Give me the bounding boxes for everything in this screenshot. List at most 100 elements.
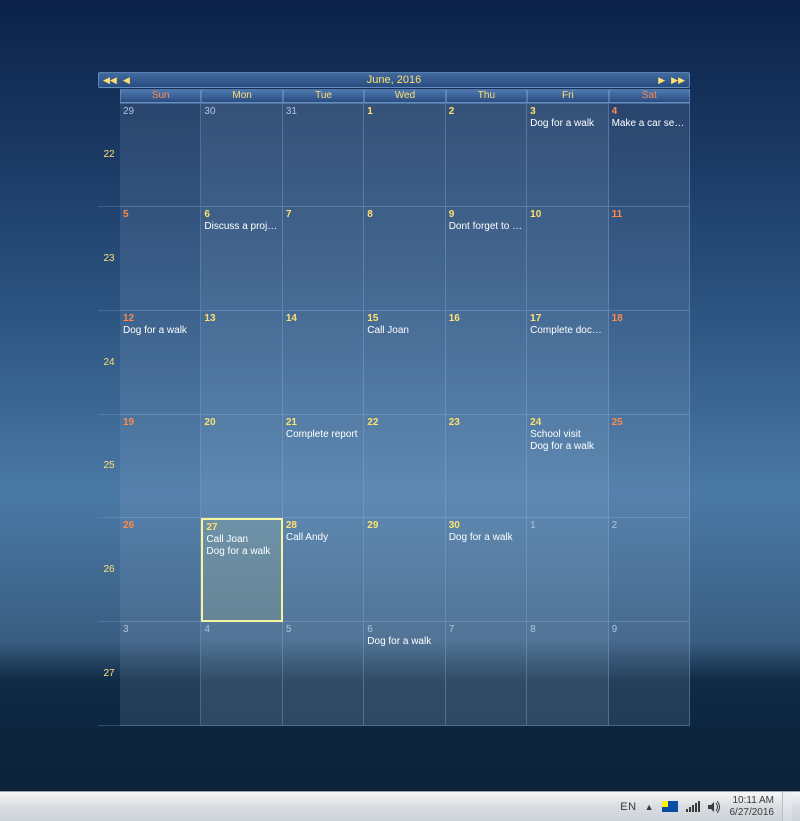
event-item[interactable]: Discuss a projec... bbox=[204, 221, 278, 233]
next-month-button[interactable]: ▶ bbox=[658, 76, 665, 85]
day-cell[interactable]: 1 bbox=[527, 518, 608, 622]
day-number: 1 bbox=[530, 520, 604, 532]
dow-wed: Wed bbox=[364, 89, 445, 103]
day-cell[interactable]: 29 bbox=[120, 103, 201, 207]
day-cell[interactable]: 1 bbox=[364, 103, 445, 207]
day-cell[interactable]: 9Dont forget to re... bbox=[446, 207, 527, 311]
day-number: 21 bbox=[286, 417, 360, 429]
taskbar-clock[interactable]: 10:11 AM 6/27/2016 bbox=[730, 795, 775, 819]
events-list: Call Joan bbox=[367, 325, 441, 337]
day-number: 8 bbox=[367, 209, 441, 221]
network-icon[interactable] bbox=[686, 801, 700, 813]
day-cell[interactable]: 7 bbox=[283, 207, 364, 311]
day-cell[interactable]: 2 bbox=[446, 103, 527, 207]
day-cell[interactable]: 22 bbox=[364, 415, 445, 519]
day-cell[interactable]: 2 bbox=[609, 518, 690, 622]
events-list: Dog for a walk bbox=[530, 118, 604, 130]
day-number: 30 bbox=[204, 106, 278, 118]
day-number: 15 bbox=[367, 313, 441, 325]
calendar-titlebar: ◀◀ ◀ June, 2016 ▶ ▶▶ bbox=[98, 72, 690, 88]
day-number: 6 bbox=[367, 624, 441, 636]
day-cell[interactable]: 16 bbox=[446, 311, 527, 415]
day-cell[interactable]: 15Call Joan bbox=[364, 311, 445, 415]
day-cell[interactable]: 19 bbox=[120, 415, 201, 519]
day-cell[interactable]: 23 bbox=[446, 415, 527, 519]
day-cell[interactable]: 20 bbox=[201, 415, 282, 519]
event-item[interactable]: Call Andy bbox=[286, 532, 360, 544]
day-cell[interactable]: 3Dog for a walk bbox=[527, 103, 608, 207]
day-number: 17 bbox=[530, 313, 604, 325]
day-number: 8 bbox=[530, 624, 604, 636]
events-list: Dont forget to re... bbox=[449, 221, 523, 233]
event-item[interactable]: Dog for a walk bbox=[206, 546, 277, 558]
day-cell[interactable]: 8 bbox=[364, 207, 445, 311]
event-item[interactable]: Dont forget to re... bbox=[449, 221, 523, 233]
day-cell[interactable]: 17Complete docum... bbox=[527, 311, 608, 415]
day-cell[interactable]: 29 bbox=[364, 518, 445, 622]
day-cell[interactable]: 8 bbox=[527, 622, 608, 726]
next-year-button[interactable]: ▶▶ bbox=[671, 76, 685, 85]
day-cell[interactable]: 10 bbox=[527, 207, 608, 311]
day-cell[interactable]: 5 bbox=[283, 622, 364, 726]
day-cell[interactable]: 18 bbox=[609, 311, 690, 415]
events-list: Dog for a walk bbox=[367, 636, 441, 648]
day-number: 18 bbox=[612, 313, 686, 325]
day-cell[interactable]: 6Discuss a projec... bbox=[201, 207, 282, 311]
events-list: Complete report bbox=[286, 429, 360, 441]
prev-month-button[interactable]: ◀ bbox=[123, 76, 130, 85]
day-cell[interactable]: 11 bbox=[609, 207, 690, 311]
event-item[interactable]: Complete docum... bbox=[530, 325, 604, 337]
day-cell[interactable]: 28Call Andy bbox=[283, 518, 364, 622]
day-number: 26 bbox=[123, 520, 197, 532]
day-number: 2 bbox=[449, 106, 523, 118]
events-list: Dog for a walk bbox=[449, 532, 523, 544]
event-item[interactable]: School visit bbox=[530, 429, 604, 441]
day-cell[interactable]: 31 bbox=[283, 103, 364, 207]
flag-icon[interactable] bbox=[662, 801, 678, 812]
day-cell[interactable]: 30Dog for a walk bbox=[446, 518, 527, 622]
day-cell[interactable]: 4Make a car service bbox=[609, 103, 690, 207]
day-cell[interactable]: 9 bbox=[609, 622, 690, 726]
show-desktop-button[interactable] bbox=[782, 792, 792, 821]
day-cell[interactable]: 30 bbox=[201, 103, 282, 207]
event-item[interactable]: Complete report bbox=[286, 429, 360, 441]
day-number: 5 bbox=[123, 209, 197, 221]
day-cell[interactable]: 5 bbox=[120, 207, 201, 311]
day-cell[interactable]: 13 bbox=[201, 311, 282, 415]
event-item[interactable]: Make a car service bbox=[612, 118, 686, 130]
day-cell[interactable]: 24School visitDog for a walk bbox=[527, 415, 608, 519]
day-cell[interactable]: 7 bbox=[446, 622, 527, 726]
event-item[interactable]: Dog for a walk bbox=[123, 325, 197, 337]
day-number: 10 bbox=[530, 209, 604, 221]
day-cell[interactable]: 25 bbox=[609, 415, 690, 519]
day-cell[interactable]: 26 bbox=[120, 518, 201, 622]
day-number: 1 bbox=[367, 106, 441, 118]
event-item[interactable]: Dog for a walk bbox=[530, 118, 604, 130]
day-cell[interactable]: 3 bbox=[120, 622, 201, 726]
volume-icon[interactable] bbox=[708, 801, 722, 813]
events-list: Call Andy bbox=[286, 532, 360, 544]
day-cell[interactable]: 6Dog for a walk bbox=[364, 622, 445, 726]
day-cell[interactable]: 4 bbox=[201, 622, 282, 726]
day-cell[interactable]: 14 bbox=[283, 311, 364, 415]
calendar-widget: ◀◀ ◀ June, 2016 ▶ ▶▶ SunMonTueWedThuFriS… bbox=[98, 72, 690, 726]
day-number: 11 bbox=[612, 209, 686, 221]
day-cell[interactable]: 21Complete report bbox=[283, 415, 364, 519]
week-number: 26 bbox=[98, 518, 120, 622]
event-item[interactable]: Dog for a walk bbox=[367, 636, 441, 648]
event-item[interactable]: Call Joan bbox=[206, 534, 277, 546]
day-number: 3 bbox=[530, 106, 604, 118]
day-cell[interactable]: 12Dog for a walk bbox=[120, 311, 201, 415]
day-number: 7 bbox=[449, 624, 523, 636]
day-cell[interactable]: 27Call JoanDog for a walk bbox=[201, 518, 282, 622]
dow-mon: Mon bbox=[201, 89, 282, 103]
tray-expand-icon[interactable]: ▲ bbox=[645, 802, 654, 812]
day-number: 14 bbox=[286, 313, 360, 325]
event-item[interactable]: Call Joan bbox=[367, 325, 441, 337]
event-item[interactable]: Dog for a walk bbox=[449, 532, 523, 544]
event-item[interactable]: Dog for a walk bbox=[530, 441, 604, 453]
prev-year-button[interactable]: ◀◀ bbox=[103, 76, 117, 85]
input-language[interactable]: EN bbox=[620, 801, 636, 813]
week-row: 273456Dog for a walk789 bbox=[98, 622, 690, 726]
events-list: School visitDog for a walk bbox=[530, 429, 604, 453]
